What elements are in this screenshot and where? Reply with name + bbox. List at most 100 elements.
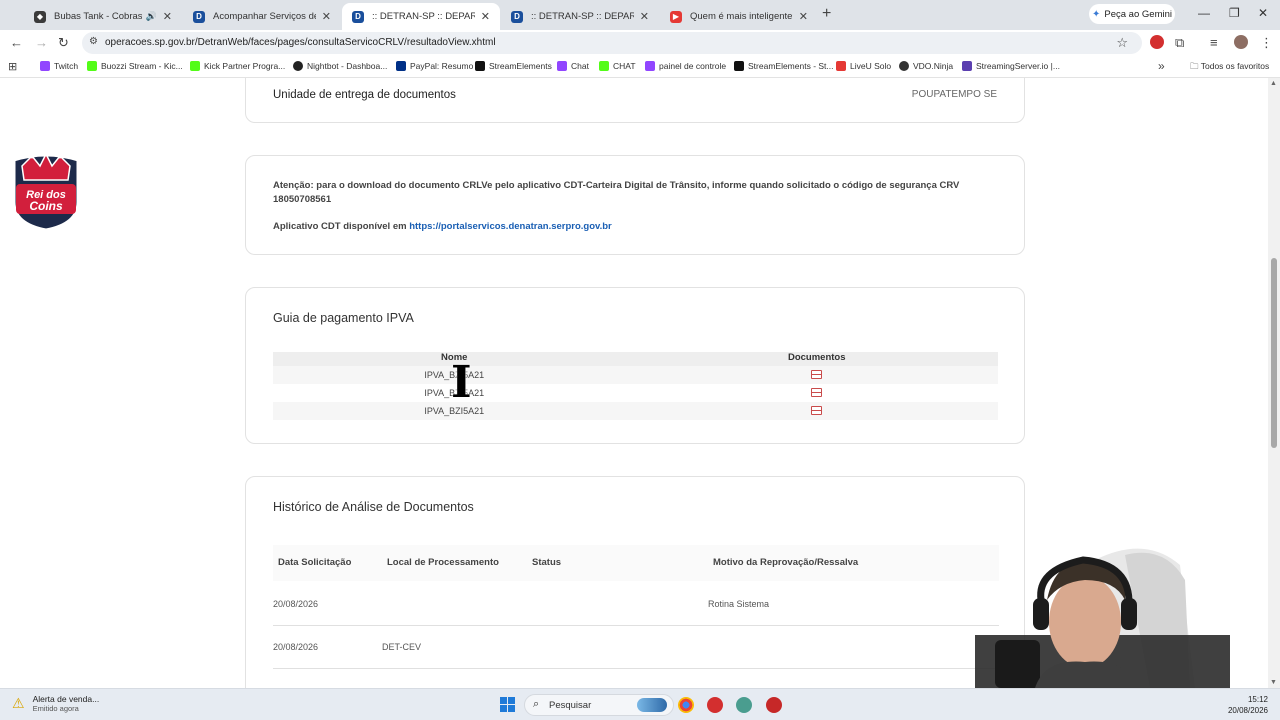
bookmark-star-icon[interactable]: ☆ [1116, 35, 1128, 51]
bookmark-nightbot[interactable]: Nightbot - Dashboa... [293, 61, 387, 71]
close-tab-icon[interactable]: ✕ [799, 10, 808, 23]
tab-youtube[interactable]: ▶ Quem é mais inteligente? Engenh ✕ [660, 3, 818, 30]
bookmark-streamelements-st[interactable]: StreamElements - St... [734, 61, 834, 71]
webcam-overlay [975, 548, 1230, 688]
bookmark-painel[interactable]: painel de controle [645, 61, 726, 71]
close-tab-icon[interactable]: ✕ [640, 10, 649, 23]
folder-icon: 🗀 [1190, 61, 1199, 71]
chrome-icon[interactable] [678, 697, 694, 713]
more-bookmarks-chevron-icon[interactable]: » [1158, 59, 1165, 73]
gemini-button[interactable]: ✦ Peça ao Gemini [1089, 4, 1175, 24]
table-row: IPVA_BZI5A21 [273, 402, 998, 420]
data-cell: 20/08/2026 [273, 599, 319, 609]
tab-favicon-icon: D [511, 10, 523, 23]
ninja-icon [899, 61, 909, 71]
portal-servicos-link[interactable]: https://portalservicos.denatran.serpro.g… [409, 221, 612, 232]
tab-title: :: DETRAN-SP :: DEPARTAMENTO [372, 11, 475, 22]
url-bar[interactable]: ⚙ operacoes.sp.gov.br/DetranWeb/faces/pa… [82, 32, 1142, 54]
tab-detran-active[interactable]: D :: DETRAN-SP :: DEPARTAMENTO ✕ [342, 3, 500, 30]
streamelements-icon [734, 61, 744, 71]
search-highlight-image [637, 698, 667, 712]
url-text[interactable]: operacoes.sp.gov.br/DetranWeb/faces/page… [105, 37, 496, 48]
bookmark-chat[interactable]: Chat [557, 61, 589, 71]
app-icon[interactable] [766, 697, 782, 713]
ipva-table: Nome Documentos IPVA_BZI5A21 IPVA_BZI5A2… [273, 352, 998, 420]
app-icon[interactable] [736, 697, 752, 713]
bookmark-chat-kick[interactable]: CHAT [599, 61, 636, 71]
scroll-up-arrow-icon[interactable]: ▲ [1270, 80, 1277, 87]
speaker-icon[interactable]: 🔊 [146, 11, 157, 22]
bookmark-paypal[interactable]: PayPal: Resumo [396, 61, 473, 71]
close-window-button[interactable]: ✕ [1258, 6, 1268, 20]
paypal-icon [396, 61, 406, 71]
forward-button[interactable]: → [35, 35, 48, 50]
tab-acompanhar-servicos[interactable]: D Acompanhar Serviços de Veículos ✕ [183, 3, 341, 30]
bookmark-label: Nightbot - Dashboa... [307, 61, 388, 71]
media-control-icon[interactable]: ≡ [1210, 35, 1218, 50]
scroll-down-arrow-icon[interactable]: ▼ [1270, 679, 1277, 686]
bookmark-buozzi[interactable]: Buozzi Stream - Kic... [87, 61, 183, 71]
atencao-text: Atenção: para o download do documento CR… [273, 180, 960, 205]
bookmark-label: Kick Partner Progra... [204, 61, 286, 71]
tab-bar: ◆ Bubas Tank - Cobras — Baixo 🔊 ✕ D Acom… [0, 0, 1280, 30]
bookmark-kick-partner[interactable]: Kick Partner Progra... [190, 61, 285, 71]
tab-favicon-icon: D [193, 10, 205, 23]
col-documentos-header: Documentos [787, 352, 846, 363]
bookmark-label: StreamElements - St... [748, 61, 834, 71]
new-tab-button[interactable]: + [822, 5, 831, 23]
close-tab-icon[interactable]: ✕ [322, 10, 331, 23]
atencao-card: Atenção: para o download do documento CR… [245, 155, 1025, 255]
bookmark-streamelements[interactable]: StreamElements [475, 61, 552, 71]
pdf-icon[interactable] [811, 369, 823, 379]
obs-icon[interactable] [707, 697, 723, 713]
bookmark-label: Twitch [54, 61, 79, 71]
rei-dos-coins-logo: Rei dos Coins [12, 151, 80, 232]
extensions-puzzle-icon[interactable]: ⧉ [1175, 35, 1184, 51]
tab-favicon-icon: D [352, 10, 364, 23]
taskbar-search[interactable]: ⌕ Pesquisar [524, 694, 674, 716]
taskbar-clock[interactable]: 15:12 20/08/2026 [1228, 694, 1268, 716]
extension-icon[interactable] [1150, 35, 1164, 49]
col-data-header: Data Solicitação [278, 557, 352, 568]
all-bookmarks-button[interactable]: 🗀 Todos os favoritos [1190, 61, 1269, 75]
kick-icon [599, 61, 609, 71]
tab-title: Quem é mais inteligente? Engenh [690, 11, 793, 22]
aplicativo-cdt-line: Aplicativo CDT disponível em https://por… [273, 221, 612, 232]
kick-icon [190, 61, 200, 71]
menu-icon[interactable]: ⋮ [1260, 35, 1273, 51]
pdf-icon[interactable] [811, 387, 823, 397]
notification-widget[interactable]: ⚠ Alerta de venda... Emitido agora [12, 694, 99, 713]
apps-grid-icon[interactable]: ⊞ [8, 60, 17, 73]
clock-time: 15:12 [1247, 695, 1268, 704]
bookmark-vdo-ninja[interactable]: VDO.Ninja [899, 61, 953, 71]
col-status-header: Status [532, 557, 562, 568]
unidade-entrega-label: Unidade de entrega de documentos [273, 89, 456, 101]
bookmark-liveu[interactable]: LiveU Solo [836, 61, 891, 71]
historico-table-header: Data Solicitação Local de Processamento … [273, 545, 999, 581]
twitch-icon [40, 61, 50, 71]
bookmark-twitch[interactable]: Twitch [40, 61, 78, 71]
table-row: IPVA_BZI5A21 [273, 384, 998, 402]
scrollbar-thumb[interactable] [1271, 258, 1277, 448]
page-scrollbar[interactable]: ▲ ▼ [1268, 78, 1280, 688]
tab-detran[interactable]: D :: DETRAN-SP :: DEPARTAMENTO ✕ [501, 3, 659, 30]
clock-date: 20/08/2026 [1227, 706, 1268, 715]
local-cell: DET-CEV [382, 642, 422, 652]
maximize-button[interactable]: ❐ [1229, 6, 1240, 20]
site-info-icon[interactable]: ⚙ [89, 36, 98, 47]
profile-avatar[interactable] [1234, 35, 1248, 49]
close-tab-icon[interactable]: ✕ [481, 10, 490, 23]
tab-bubas-tank[interactable]: ◆ Bubas Tank - Cobras — Baixo 🔊 ✕ [24, 3, 182, 30]
close-tab-icon[interactable]: ✕ [163, 10, 172, 23]
liveu-icon [836, 61, 846, 71]
back-button[interactable]: ← [10, 35, 23, 50]
pdf-icon[interactable] [811, 405, 823, 415]
minimize-button[interactable]: — [1198, 6, 1210, 20]
kick-icon [87, 61, 97, 71]
reload-button[interactable]: ↻ [58, 35, 69, 51]
tab-title: :: DETRAN-SP :: DEPARTAMENTO [531, 11, 634, 22]
windows-start-icon[interactable] [500, 697, 515, 712]
col-motivo-header: Motivo da Reprovação/Ressalva [713, 557, 859, 568]
bookmark-streamingserver[interactable]: StreamingServer.io |... [962, 61, 1060, 71]
twitch-icon [645, 61, 655, 71]
